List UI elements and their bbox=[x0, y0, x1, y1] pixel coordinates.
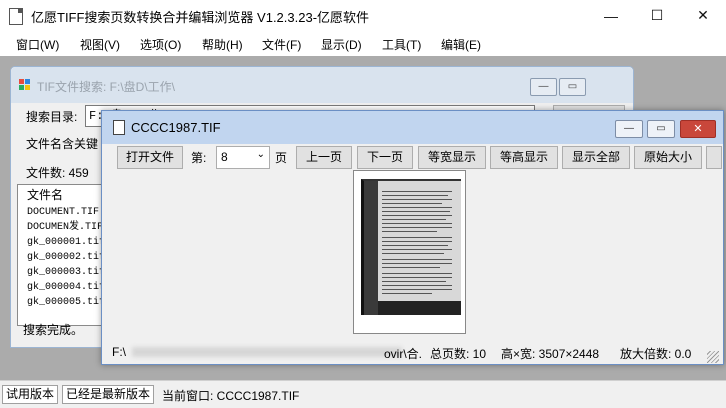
menu-view[interactable]: 视图(V) bbox=[80, 36, 120, 53]
search-window-title: TIF文件搜索: F:\盘D\工作\ bbox=[37, 80, 175, 94]
file-count-label: 文件数: 459 bbox=[26, 166, 89, 180]
search-maximize-button[interactable]: ▭ bbox=[559, 78, 586, 96]
page-label: 第: bbox=[191, 151, 207, 165]
page-unit-label: 页 bbox=[275, 151, 288, 165]
fit-width-button[interactable]: 等宽显示 bbox=[418, 146, 486, 169]
keyword-label: 文件名含关键 bbox=[26, 137, 99, 151]
status-bar: 试用版本 已经是最新版本 当前窗口: CCCC1987.TIF bbox=[0, 380, 726, 408]
resize-grip[interactable] bbox=[707, 351, 719, 363]
app-icon bbox=[9, 8, 23, 25]
menu-edit[interactable]: 编辑(E) bbox=[441, 36, 481, 53]
menu-bar: 窗口(W) 视图(V) 选项(O) 帮助(H) 文件(F) 显示(D) 工具(T… bbox=[0, 31, 726, 55]
status-file-path-tail: ovir\合. bbox=[384, 347, 423, 361]
app-title: 亿愿TIFF搜索页数转换合并编辑浏览器 V1.2.3.23-亿愿软件 bbox=[31, 10, 370, 25]
menu-options[interactable]: 选项(O) bbox=[140, 36, 181, 53]
tif-file-icon bbox=[113, 120, 125, 135]
latest-version-label: 已经是最新版本 bbox=[62, 385, 155, 404]
minimize-button[interactable]: — bbox=[588, 0, 634, 31]
redacted-path-segment bbox=[132, 347, 402, 357]
title-bar: 亿愿TIFF搜索页数转换合并编辑浏览器 V1.2.3.23-亿愿软件 — ☐ ✕ bbox=[0, 0, 726, 31]
viewer-title: CCCC1987.TIF bbox=[131, 120, 221, 135]
chevron-down-icon: ⌄ bbox=[256, 149, 265, 160]
menu-tools[interactable]: 工具(T) bbox=[382, 36, 421, 53]
viewer-titlebar: CCCC1987.TIF — ▭ ✕ bbox=[102, 111, 723, 144]
page-select-value: 8 bbox=[221, 150, 228, 164]
fit-height-button[interactable]: 等高显示 bbox=[490, 146, 558, 169]
current-window-label: 当前窗口: CCCC1987.TIF bbox=[162, 389, 300, 403]
status-file-path: F:\ bbox=[112, 345, 126, 359]
status-zoom: 放大倍数: 0.0 bbox=[620, 347, 692, 361]
menu-help[interactable]: 帮助(H) bbox=[202, 36, 243, 53]
search-status: 搜索完成。 bbox=[23, 323, 84, 337]
search-minimize-button[interactable]: — bbox=[530, 78, 557, 96]
search-dir-label: 搜索目录: bbox=[26, 110, 78, 124]
prev-page-button[interactable]: 上一页 bbox=[296, 146, 352, 169]
open-file-button[interactable]: 打开文件 bbox=[117, 146, 183, 169]
maximize-button[interactable]: ☐ bbox=[634, 0, 680, 31]
original-size-button[interactable]: 原始大小 bbox=[634, 146, 702, 169]
close-button[interactable]: ✕ bbox=[680, 0, 726, 31]
viewer-window: CCCC1987.TIF — ▭ ✕ 打开文件 第: 8 ⌄ 页 上一页 下一页… bbox=[101, 110, 724, 365]
scanned-page-image bbox=[361, 179, 461, 315]
viewer-status-bar: F:\ ovir\合. 总页数: 10 高×宽: 3507×2448 放大倍数:… bbox=[102, 339, 723, 364]
viewer-maximize-button[interactable]: ▭ bbox=[647, 120, 675, 138]
overflow-button[interactable] bbox=[706, 146, 722, 169]
menu-window[interactable]: 窗口(W) bbox=[16, 36, 59, 53]
page-viewport[interactable] bbox=[353, 170, 466, 334]
search-window-titlebar: TIF文件搜索: F:\盘D\工作\ — ▭ bbox=[11, 67, 633, 103]
page-select[interactable]: 8 ⌄ bbox=[216, 146, 270, 169]
show-all-button[interactable]: 显示全部 bbox=[562, 146, 630, 169]
status-dimensions: 高×宽: 3507×2448 bbox=[501, 347, 600, 361]
viewer-minimize-button[interactable]: — bbox=[615, 120, 643, 138]
trial-version-label: 试用版本 bbox=[2, 385, 59, 404]
next-page-button[interactable]: 下一页 bbox=[357, 146, 413, 169]
search-window-icon bbox=[19, 79, 30, 90]
menu-file[interactable]: 文件(F) bbox=[262, 36, 301, 53]
menu-display[interactable]: 显示(D) bbox=[321, 36, 362, 53]
status-total-pages: 总页数: 10 bbox=[430, 347, 487, 361]
viewer-close-button[interactable]: ✕ bbox=[680, 120, 716, 138]
